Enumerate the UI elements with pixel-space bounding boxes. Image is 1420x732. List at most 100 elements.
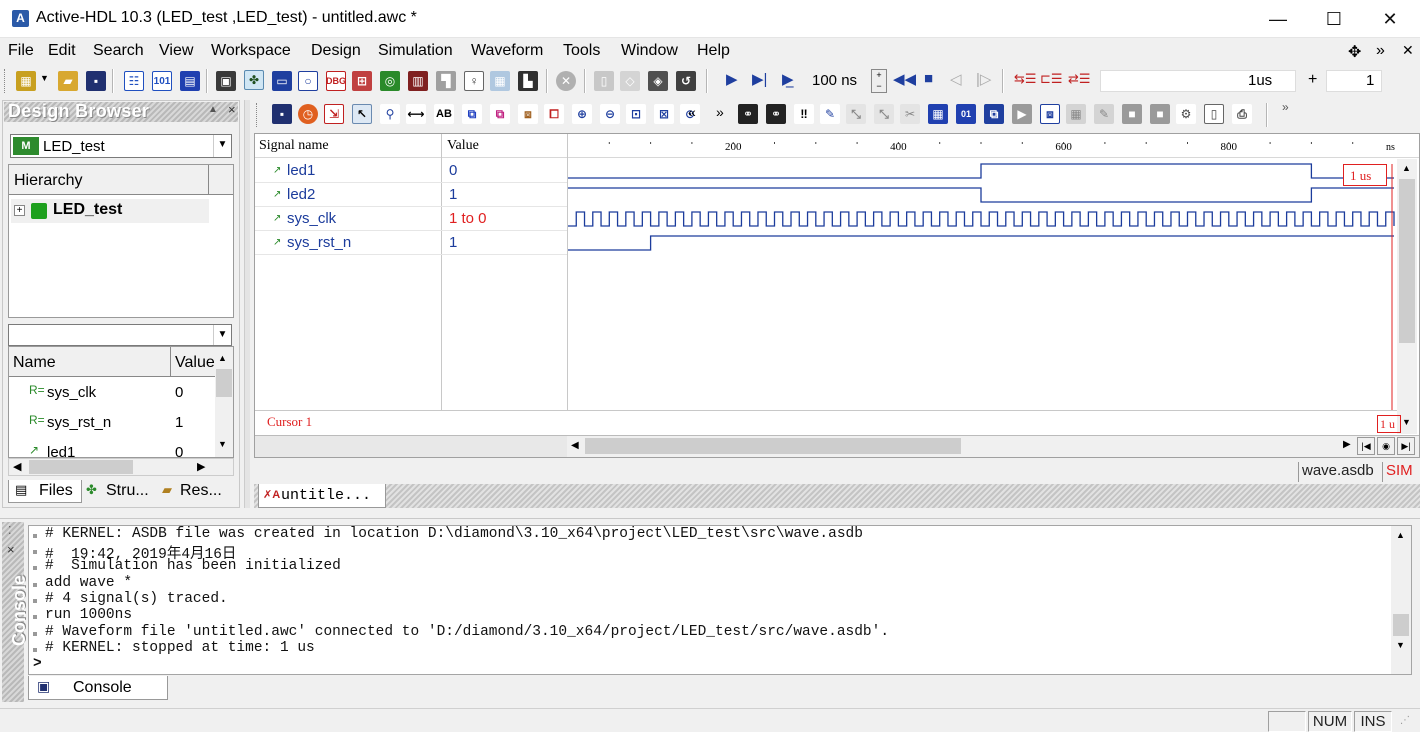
save-icon[interactable]: ▪ [86,71,106,91]
workspace-icon[interactable]: ▦ [16,71,36,91]
table-row[interactable]: R= sys_rst_n 1 [9,409,215,437]
console-vscroll[interactable]: ▲ ▼ [1391,526,1411,674]
chart-icon[interactable]: ▙ [518,71,538,91]
group-icon[interactable]: ⧉ [984,104,1004,124]
collapse-icon[interactable]: ▲ [208,104,218,115]
copy-icon[interactable]: ⧠ [544,104,564,124]
tab-console[interactable]: ▣ Console [28,676,168,700]
block-icon[interactable]: ▜ [436,71,456,91]
find-icon[interactable]: ◎ [380,71,400,91]
menu-waveform[interactable]: Waveform [471,42,543,60]
scroll-center-icon[interactable]: ◉ [1377,437,1395,455]
time-spinner[interactable]: + − [871,69,887,93]
watch-icon[interactable]: ⇄☰ [1068,71,1091,87]
measure-icon[interactable]: ⟷ [406,104,426,124]
save-waveform-icon[interactable]: ▪ [272,104,292,124]
zoom-out-icon[interactable]: ⊖ [600,104,620,124]
breakpoint-icon[interactable]: ⇆☰ [1014,71,1037,87]
scroll-right-end-icon[interactable]: ▶| [1397,437,1415,455]
cursor-label[interactable]: Cursor 1 [267,414,312,430]
dropdown-icon[interactable]: ▼ [40,73,49,83]
stack-icon[interactable]: ◈ [648,71,668,91]
zoom-range-icon[interactable]: ⊠ [654,104,674,124]
signal-row-led2[interactable]: ↗ led2 1 [255,183,567,207]
menu-search[interactable]: Search [93,42,144,60]
print-icon[interactable]: ⎙ [1232,104,1252,124]
bus-icon[interactable]: ⧉ [462,104,482,124]
zoom-in-icon[interactable]: ⊕ [572,104,592,124]
chevron-down-icon[interactable]: ▼ [213,325,231,345]
waveform-hscroll[interactable]: ◀ ▶ |◀ ◉ ▶| [567,435,1419,457]
close-doc-icon[interactable]: ✕ [1402,42,1414,59]
scroll-left-end-icon[interactable]: |◀ [1357,437,1375,455]
menu-help[interactable]: Help [697,42,730,60]
sim-time-input[interactable]: 100 ns [812,72,857,89]
monitor-icon[interactable]: ▭ [272,71,292,91]
tree-root-row[interactable]: + LED_test [11,199,209,223]
search-icon[interactable]: ○ [298,71,318,91]
waveform-canvas[interactable]: 200 400 600 800 ns [568,134,1398,434]
menu-file[interactable]: File [8,42,34,60]
run-until-icon[interactable]: ▶| [752,70,767,88]
overflow-icon[interactable]: » [1282,100,1289,114]
pointer-icon[interactable]: ↖ [352,104,372,124]
vertical-scrollbar[interactable]: ▲ ▼ [215,347,233,457]
restart-icon[interactable]: ↺ [676,71,696,91]
signal-icon[interactable]: ⇲ [324,104,344,124]
trace-icon[interactable]: ⊏☰ [1040,71,1063,87]
value-column-header[interactable]: Value [171,347,215,377]
binary-icon[interactable]: 101 [152,71,172,91]
idea-icon[interactable]: ♀ [464,71,484,91]
find-prev-icon[interactable]: ⚭ [738,104,758,124]
virtual-bus-icon[interactable]: ⧉ [490,104,510,124]
close-button[interactable]: ✕ [1362,0,1418,38]
expand-icon[interactable]: + [14,205,25,216]
menu-tools[interactable]: Tools [563,42,600,60]
netlist-icon[interactable]: ☷ [124,71,144,91]
signal-row-led1[interactable]: ↗ led1 0 [255,159,567,183]
filter-combo[interactable]: ▼ [8,324,232,346]
stop-sim-icon[interactable]: ■ [924,70,933,87]
cursor-time-tag-bottom[interactable]: 1 u [1377,415,1401,433]
table-row[interactable]: ↗ led1 0 [9,439,215,457]
close-panel-icon[interactable]: × [228,102,236,117]
stop-icon[interactable]: ✕ [556,71,576,91]
chevron-more-icon[interactable]: » [1376,42,1385,60]
next-edge-icon[interactable]: » [716,104,724,120]
rewind-icon[interactable]: ◀◀ [893,70,916,88]
menu-view[interactable]: View [159,42,193,60]
maximize-button[interactable]: ☐ [1306,0,1362,38]
zoom-fit-icon[interactable]: ⊡ [626,104,646,124]
split-icon[interactable]: ⧈ [518,104,538,124]
table-icon[interactable]: ▦ [490,71,510,91]
value-header[interactable]: Value [447,138,479,154]
text-icon[interactable]: AB [434,104,454,124]
hierarchy-header[interactable]: Hierarchy [9,165,209,195]
signal-row-sys-clk[interactable]: ↗ sys_clk 1 to 0 [255,207,567,231]
name-column-header[interactable]: Name [9,347,171,377]
tab-structure[interactable]: ✤ Stru... [84,480,156,503]
table-row[interactable]: R= sys_clk 0 [9,379,215,407]
console-prompt[interactable]: > [33,656,42,672]
menu-design[interactable]: Design [311,42,361,60]
minimize-button[interactable]: — [1250,0,1306,38]
debug-icon[interactable]: DBG [326,71,346,91]
bookmark-icon[interactable]: ‼ [794,104,814,124]
console-close-icon[interactable]: × [7,542,15,557]
pen-icon[interactable]: ✎ [820,104,840,124]
zoom-icon[interactable]: ⚲ [380,104,400,124]
menu-workspace[interactable]: Workspace [211,42,291,60]
cursor-time-tag[interactable]: 1 us [1343,164,1387,186]
settings-icon[interactable]: ⚙ [1176,104,1196,124]
prev-edge-icon[interactable]: « [688,104,696,120]
menu-edit[interactable]: Edit [48,42,76,60]
compile-icon[interactable]: ▣ [216,71,236,91]
signal-name-header[interactable]: Signal name [259,138,329,154]
signal-row-sys-rst-n[interactable]: ↗ sys_rst_n 1 [255,231,567,255]
move-icon[interactable]: ✥ [1348,42,1361,62]
open-folder-icon[interactable]: ▰ [58,71,78,91]
waveform-vscroll[interactable]: ▲ ▼ [1397,159,1417,434]
splitter[interactable] [244,100,250,508]
find-next-icon[interactable]: ⚭ [766,104,786,124]
console-output[interactable]: # KERNEL: ASDB file was created in locat… [28,525,1412,675]
